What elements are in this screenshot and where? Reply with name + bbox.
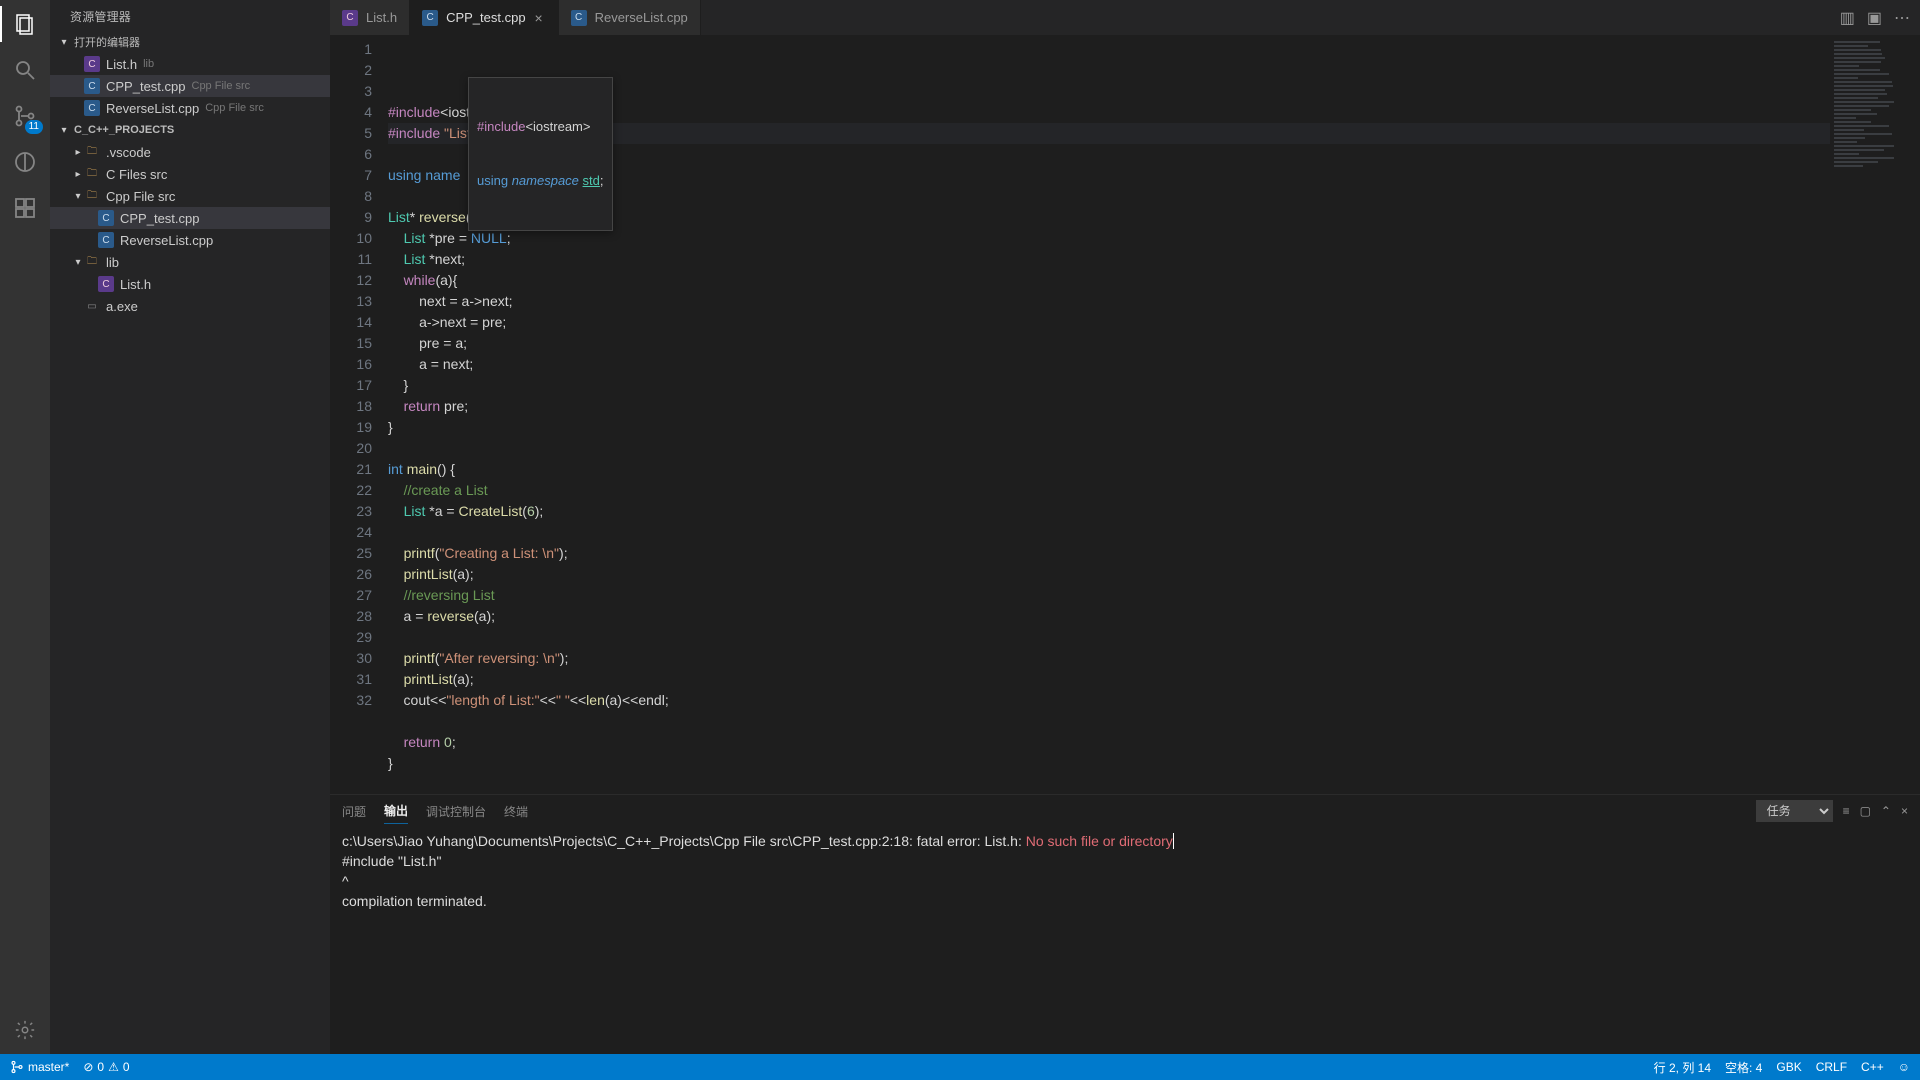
tree-row[interactable]: ▾C_C++_PROJECTS [50, 119, 330, 141]
line-gutter: 1234567891011121314151617181920212223242… [330, 35, 386, 794]
tab-CPP_test.cpp[interactable]: CCPP_test.cpp× [410, 0, 559, 35]
task-dropdown[interactable]: 任务 [1756, 800, 1833, 822]
explorer-icon[interactable] [11, 10, 39, 38]
tree-row[interactable]: ▭a.exe [50, 295, 330, 317]
tree-row[interactable]: CList.h [50, 273, 330, 295]
open-icon[interactable]: ▢ [1860, 804, 1871, 818]
tree-row[interactable]: CReverseList.cppCpp File src [50, 97, 330, 119]
tab-bar: CList.hCCPP_test.cpp×CReverseList.cpp ▥ ▣ ⋯ [330, 0, 1920, 35]
tab-List.h[interactable]: CList.h [330, 0, 410, 35]
settings-gear-icon[interactable] [11, 1016, 39, 1044]
minimap[interactable] [1830, 35, 1920, 794]
panel-tab-0[interactable]: 问题 [342, 799, 366, 824]
more-icon[interactable]: ⋯ [1894, 8, 1910, 28]
output-panel: 问题输出调试控制台终端 任务 ≡ ▢ ⌃ × c:\Users\Jiao Yuhang\D… [330, 794, 1920, 1054]
status-branch[interactable]: master* [10, 1060, 69, 1074]
activity-bar: 11 [0, 0, 50, 1054]
tree-row[interactable]: ▸🗀.vscode [50, 141, 330, 163]
panel-tab-2[interactable]: 调试控制台 [426, 799, 486, 824]
split-editor-icon[interactable]: ▥ [1840, 8, 1855, 28]
scm-badge: 11 [25, 120, 43, 134]
tree-row[interactable]: ▸🗀C Files src [50, 163, 330, 185]
status-lang[interactable]: C++ [1861, 1060, 1884, 1074]
close-panel-icon[interactable]: × [1901, 804, 1908, 818]
status-problems[interactable]: ⊘0 ⚠0 [83, 1060, 129, 1074]
tree-row[interactable]: ▾🗀lib [50, 251, 330, 273]
sidebar-title: 资源管理器 [50, 0, 330, 31]
tab-ReverseList.cpp[interactable]: CReverseList.cpp [559, 0, 701, 35]
tree-row[interactable]: CCPP_test.cpp [50, 207, 330, 229]
status-cursor[interactable]: 行 2, 列 14 [1654, 1059, 1711, 1076]
extensions-icon[interactable] [11, 194, 39, 222]
close-icon[interactable]: × [532, 10, 546, 26]
clear-icon[interactable]: ≡ [1843, 804, 1850, 818]
hover-tooltip: #include<iostream> using namespace std; [468, 77, 613, 231]
tree-row[interactable]: CList.hlib [50, 53, 330, 75]
chevron-up-icon[interactable]: ⌃ [1881, 804, 1891, 818]
tree-row[interactable]: ▾🗀Cpp File src [50, 185, 330, 207]
layout-icon[interactable]: ▣ [1867, 8, 1882, 28]
debug-icon[interactable] [11, 148, 39, 176]
status-spaces[interactable]: 空格: 4 [1725, 1059, 1762, 1076]
panel-tab-3[interactable]: 终端 [504, 799, 528, 824]
status-eol[interactable]: CRLF [1816, 1060, 1847, 1074]
sidebar: 资源管理器 ▾打开的编辑器CList.hlibCCPP_test.cppCpp … [50, 0, 330, 1054]
panel-tab-1[interactable]: 输出 [384, 798, 408, 824]
tree-row[interactable]: ▾打开的编辑器 [50, 31, 330, 53]
tree-row[interactable]: CReverseList.cpp [50, 229, 330, 251]
panel-tab-bar: 问题输出调试控制台终端 任务 ≡ ▢ ⌃ × [330, 795, 1920, 827]
source-control-icon[interactable]: 11 [11, 102, 39, 130]
search-icon[interactable] [11, 56, 39, 84]
code-editor[interactable]: #include<iostream> using namespace std; … [386, 35, 1830, 794]
editor-area: CList.hCCPP_test.cpp×CReverseList.cpp ▥ ▣ ⋯… [330, 0, 1920, 1054]
tree-row[interactable]: CCPP_test.cppCpp File src [50, 75, 330, 97]
panel-body[interactable]: c:\Users\Jiao Yuhang\Documents\Projects\… [330, 827, 1920, 1054]
status-encoding[interactable]: GBK [1776, 1060, 1801, 1074]
status-feedback-icon[interactable]: ☺ [1898, 1060, 1910, 1074]
status-bar: master* ⊘0 ⚠0 行 2, 列 14 空格: 4 GBK CRLF C… [0, 1054, 1920, 1080]
